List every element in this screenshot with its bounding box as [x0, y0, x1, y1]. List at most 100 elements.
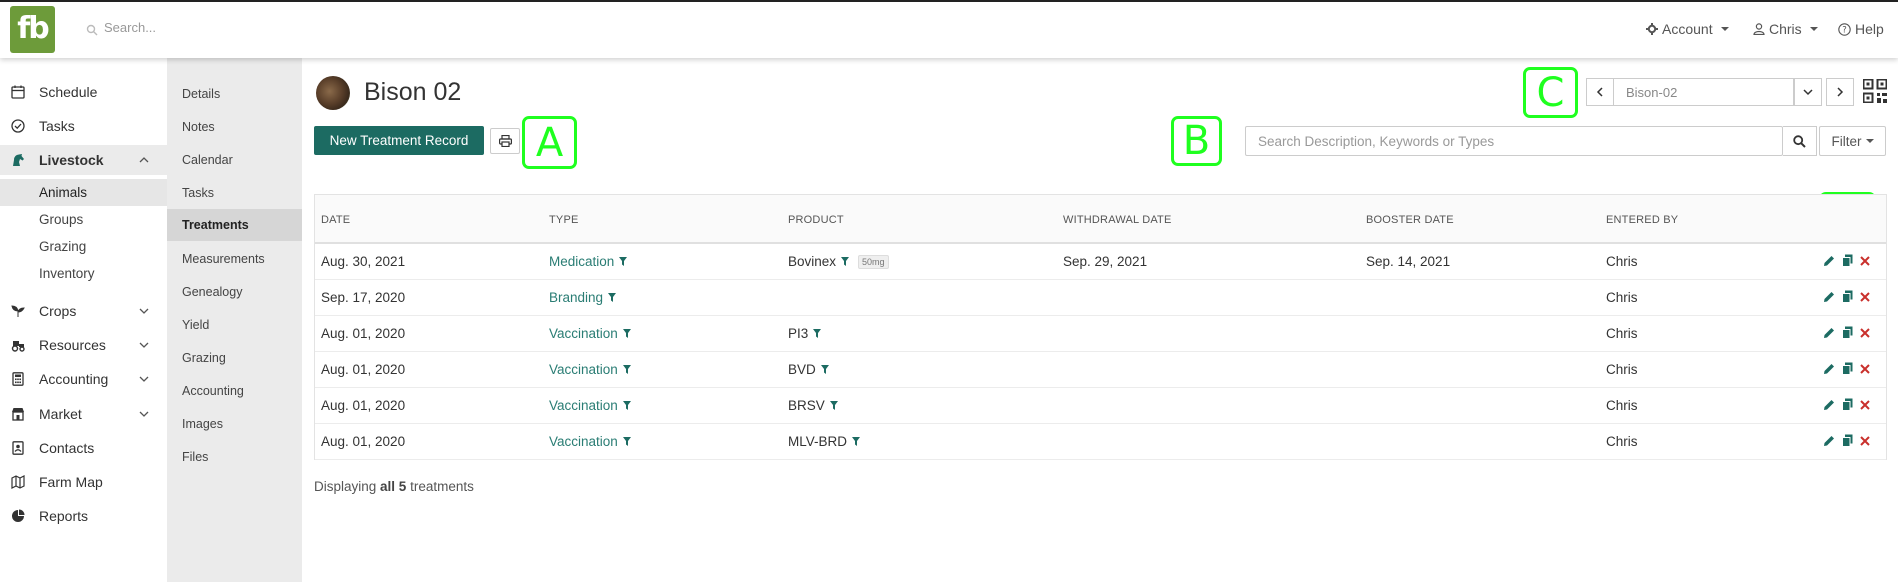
sidebar-subitem-grazing[interactable]: Grazing — [0, 233, 167, 260]
next-animal-button[interactable] — [1826, 78, 1854, 106]
filter-funnel-icon[interactable] — [813, 329, 822, 338]
user-menu[interactable]: Chris — [1753, 21, 1818, 37]
subnav-grazing[interactable]: Grazing — [167, 342, 302, 374]
edit-pencil-icon[interactable] — [1823, 399, 1835, 411]
filter-funnel-icon[interactable] — [820, 365, 829, 374]
cell-type: Medication — [549, 254, 628, 269]
sidebar-item-contacts[interactable]: Contacts — [0, 433, 167, 463]
delete-icon[interactable] — [1860, 399, 1870, 410]
column-header-booster-date[interactable]: BOOSTER DATE — [1366, 214, 1454, 226]
sidebar-item-label: Contacts — [39, 440, 95, 456]
help-link[interactable]: ? Help — [1838, 21, 1884, 37]
sidebar-item-schedule[interactable]: Schedule — [0, 77, 167, 107]
previous-animal-button[interactable] — [1586, 78, 1614, 106]
filter-funnel-icon[interactable] — [841, 257, 850, 266]
caret-down-icon — [1809, 27, 1818, 31]
subnav-yield[interactable]: Yield — [167, 309, 302, 341]
global-search-input[interactable] — [104, 20, 504, 35]
qr-code-icon[interactable] — [1863, 79, 1887, 103]
page-title: Bison 02 — [364, 78, 462, 106]
duplicate-icon[interactable] — [1842, 290, 1853, 303]
product-name: BRSV — [788, 398, 825, 413]
sidebar-subitem-inventory[interactable]: Inventory — [0, 260, 167, 287]
subnav-genealogy[interactable]: Genealogy — [167, 276, 302, 308]
delete-icon[interactable] — [1860, 435, 1870, 446]
table-row: Aug. 01, 2020 Vaccination MLV-BRD Chris — [315, 424, 1886, 460]
type-link[interactable]: Branding — [549, 290, 603, 305]
subnav-notes[interactable]: Notes — [167, 111, 302, 143]
duplicate-icon[interactable] — [1842, 362, 1853, 375]
user-icon — [1753, 23, 1765, 35]
sidebar-item-market[interactable]: Market — [0, 399, 167, 429]
account-label: Account — [1662, 21, 1713, 37]
print-button[interactable] — [490, 128, 520, 154]
type-link[interactable]: Vaccination — [549, 362, 618, 377]
animal-select-dropdown[interactable] — [1794, 78, 1822, 106]
edit-pencil-icon[interactable] — [1823, 435, 1835, 447]
column-header-entered-by[interactable]: ENTERED BY — [1606, 214, 1678, 226]
help-label: Help — [1855, 21, 1884, 37]
type-link[interactable]: Vaccination — [549, 434, 618, 449]
edit-pencil-icon[interactable] — [1823, 291, 1835, 303]
cell-booster-date: Sep. 14, 2021 — [1366, 254, 1451, 269]
sidebar-item-tasks[interactable]: Tasks — [0, 111, 167, 141]
tractor-icon — [11, 341, 25, 352]
new-treatment-record-button[interactable]: New Treatment Record — [314, 126, 484, 155]
column-header-date[interactable]: DATE — [321, 214, 350, 226]
sidebar-item-livestock[interactable]: Livestock — [0, 145, 167, 175]
cell-type: Vaccination — [549, 362, 631, 377]
chevron-up-icon — [139, 157, 149, 163]
filter-funnel-icon[interactable] — [829, 401, 838, 410]
filter-dropdown-button[interactable]: Filter — [1819, 126, 1886, 156]
cell-date: Aug. 01, 2020 — [321, 398, 406, 413]
sidebar-subitem-animals[interactable]: Animals — [0, 179, 167, 206]
delete-icon[interactable] — [1860, 363, 1870, 374]
filter-funnel-icon[interactable] — [622, 329, 631, 338]
column-header-type[interactable]: TYPE — [549, 214, 579, 226]
subnav-treatments[interactable]: Treatments — [167, 209, 302, 241]
sidebar-subitem-groups[interactable]: Groups — [0, 206, 167, 233]
type-link[interactable]: Vaccination — [549, 326, 618, 341]
sidebar-item-accounting[interactable]: Accounting — [0, 364, 167, 394]
animal-select[interactable]: Bison-02 — [1614, 78, 1794, 106]
duplicate-icon[interactable] — [1842, 398, 1853, 411]
subnav-calendar[interactable]: Calendar — [167, 144, 302, 176]
subnav-accounting[interactable]: Accounting — [167, 375, 302, 407]
sidebar-item-resources[interactable]: Resources — [0, 330, 167, 360]
subnav-tasks[interactable]: Tasks — [167, 177, 302, 209]
duplicate-icon[interactable] — [1842, 254, 1853, 267]
results-summary: Displaying all 5 treatments — [314, 479, 474, 494]
type-link[interactable]: Vaccination — [549, 398, 618, 413]
map-icon — [11, 475, 25, 489]
filter-funnel-icon[interactable] — [852, 437, 861, 446]
delete-icon[interactable] — [1860, 327, 1870, 338]
duplicate-icon[interactable] — [1842, 434, 1853, 447]
subnav-details[interactable]: Details — [167, 78, 302, 110]
sidebar-item-crops[interactable]: Crops — [0, 296, 167, 326]
sidebar-item-reports[interactable]: Reports — [0, 501, 167, 531]
filter-funnel-icon[interactable] — [622, 401, 631, 410]
sidebar-item-label: Livestock — [39, 152, 104, 168]
filter-funnel-icon[interactable] — [622, 437, 631, 446]
delete-icon[interactable] — [1860, 255, 1870, 266]
account-menu[interactable]: Account — [1646, 21, 1729, 37]
filter-funnel-icon[interactable] — [622, 365, 631, 374]
column-header-product[interactable]: PRODUCT — [788, 214, 844, 226]
edit-pencil-icon[interactable] — [1823, 363, 1835, 375]
edit-pencil-icon[interactable] — [1823, 327, 1835, 339]
treatment-search-input[interactable] — [1245, 126, 1783, 156]
delete-icon[interactable] — [1860, 291, 1870, 302]
calculator-icon — [12, 372, 24, 386]
subnav-measurements[interactable]: Measurements — [167, 243, 302, 275]
search-button[interactable] — [1783, 126, 1817, 156]
type-link[interactable]: Medication — [549, 254, 614, 269]
farmbrite-logo[interactable]: fb — [10, 6, 55, 53]
column-header-withdrawal-date[interactable]: WITHDRAWAL DATE — [1063, 214, 1172, 226]
filter-funnel-icon[interactable] — [619, 257, 628, 266]
edit-pencil-icon[interactable] — [1823, 255, 1835, 267]
duplicate-icon[interactable] — [1842, 326, 1853, 339]
sidebar-item-farm-map[interactable]: Farm Map — [0, 467, 167, 497]
subnav-files[interactable]: Files — [167, 441, 302, 473]
filter-funnel-icon[interactable] — [608, 293, 617, 302]
subnav-images[interactable]: Images — [167, 408, 302, 440]
